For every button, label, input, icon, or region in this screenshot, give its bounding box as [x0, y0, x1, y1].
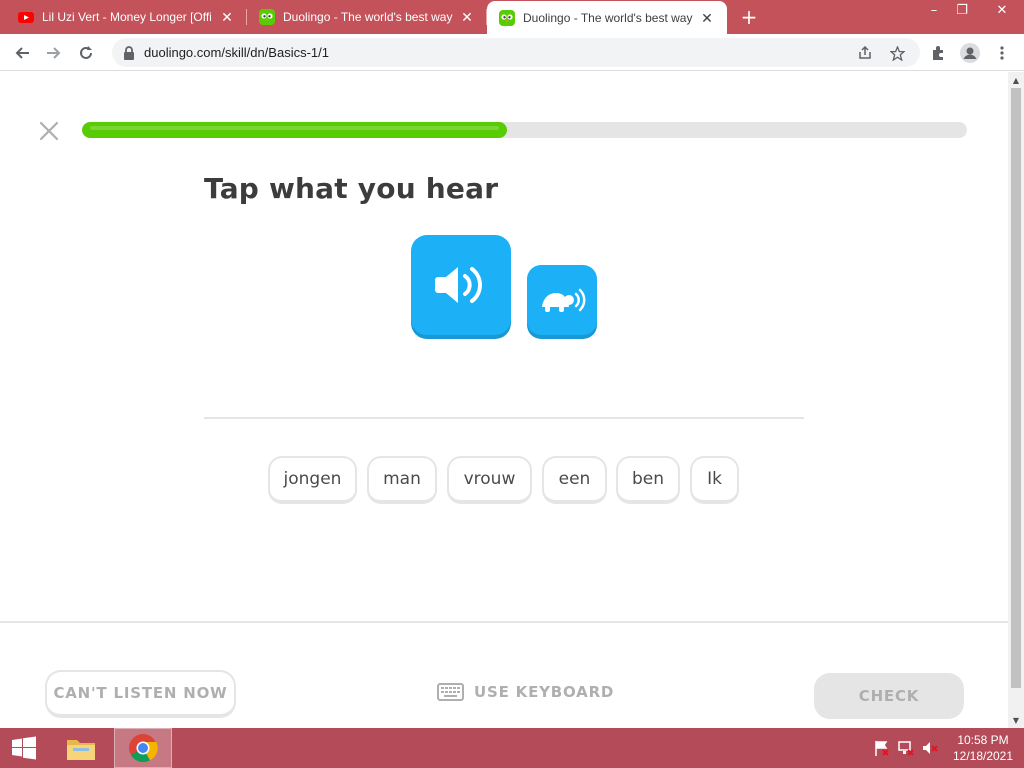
scroll-up-icon[interactable]: ▲: [1008, 72, 1024, 88]
profile-avatar-icon[interactable]: [960, 43, 980, 63]
lesson-progress-fill: [82, 122, 507, 138]
more-menu-icon[interactable]: [992, 43, 1012, 63]
windows-taskbar: 10:58 PM 12/18/2021: [0, 728, 1024, 768]
url-text: duolingo.com/skill/dn/Basics-1/1: [144, 45, 329, 60]
share-icon[interactable]: [856, 44, 874, 62]
word-tile[interactable]: jongen: [268, 456, 357, 504]
tab-title: Lil Uzi Vert - Money Longer [Offi: [42, 10, 212, 24]
network-icon[interactable]: [898, 740, 914, 756]
lesson-page: Tap what you hear jongen man vrouw een b…: [0, 72, 1008, 728]
system-clock[interactable]: 10:58 PM 12/18/2021: [950, 732, 1016, 764]
word-tile[interactable]: vrouw: [447, 456, 532, 504]
lesson-footer: CAN'T LISTEN NOW USE KEYBOARD CHECK: [0, 621, 1008, 728]
page-scrollbar[interactable]: ▲ ▼: [1008, 72, 1024, 728]
extensions-icon[interactable]: [928, 43, 948, 63]
lock-icon: [124, 45, 134, 60]
browser-tab-bar: Lil Uzi Vert - Money Longer [Offi ✕ Duol…: [0, 0, 1024, 35]
folder-icon: [67, 740, 95, 760]
back-button[interactable]: [8, 39, 36, 67]
scrollbar-thumb[interactable]: [1011, 88, 1021, 688]
address-bar[interactable]: duolingo.com/skill/dn/Basics-1/1: [112, 38, 920, 67]
browser-tab-duolingo-1[interactable]: Duolingo - The world's best way ✕: [247, 0, 487, 34]
close-tab-icon[interactable]: ✕: [459, 9, 475, 25]
volume-muted-icon[interactable]: [922, 740, 938, 756]
browser-tab-youtube[interactable]: Lil Uzi Vert - Money Longer [Offi ✕: [0, 0, 247, 34]
cant-listen-button[interactable]: CAN'T LISTEN NOW: [45, 670, 236, 718]
forward-button[interactable]: [40, 39, 68, 67]
tab-title: Duolingo - The world's best way: [283, 10, 453, 24]
start-button[interactable]: [0, 728, 48, 768]
browser-tab-duolingo-active[interactable]: Duolingo - The world's best way ✕: [487, 1, 727, 35]
reload-button[interactable]: [72, 39, 100, 67]
clock-time: 10:58 PM: [957, 733, 1009, 747]
speaker-icon: [435, 267, 482, 303]
use-keyboard-button[interactable]: USE KEYBOARD: [437, 681, 614, 703]
word-tile[interactable]: Ik: [690, 456, 739, 504]
youtube-icon: [18, 12, 34, 23]
chrome-icon: [129, 734, 158, 763]
windows-logo-icon: [12, 736, 36, 760]
duolingo-icon: [499, 10, 515, 26]
file-explorer-taskbar-button[interactable]: [58, 728, 104, 768]
browser-toolbar: duolingo.com/skill/dn/Basics-1/1: [0, 34, 1024, 71]
bookmark-star-icon[interactable]: [888, 44, 906, 62]
play-audio-button[interactable]: [411, 235, 511, 335]
reload-icon: [80, 46, 92, 59]
check-button[interactable]: CHECK: [814, 673, 964, 719]
tab-title: Duolingo - The world's best way: [523, 11, 693, 25]
new-tab-button[interactable]: +: [736, 4, 762, 30]
scroll-down-icon[interactable]: ▼: [1008, 712, 1024, 728]
window-close-icon[interactable]: ✕: [986, 0, 1018, 20]
duolingo-icon: [259, 9, 275, 25]
use-keyboard-label: USE KEYBOARD: [474, 683, 615, 701]
chrome-taskbar-button[interactable]: [114, 728, 172, 768]
clock-date: 12/18/2021: [952, 749, 1014, 763]
close-tab-icon[interactable]: ✕: [219, 9, 235, 25]
lesson-progress-bar: [82, 122, 967, 138]
answer-area-line: [204, 417, 804, 419]
turtle-icon: [542, 288, 586, 312]
word-tile[interactable]: ben: [616, 456, 680, 504]
restore-icon[interactable]: ❐: [946, 0, 978, 20]
action-center-flag-icon[interactable]: [874, 740, 890, 756]
challenge-prompt: Tap what you hear: [204, 172, 499, 205]
close-tab-icon[interactable]: ✕: [699, 10, 715, 26]
close-lesson-icon[interactable]: [37, 119, 61, 143]
forward-arrow-icon: [47, 47, 61, 59]
back-arrow-icon: [15, 47, 29, 59]
play-slow-audio-button[interactable]: [527, 265, 597, 335]
word-tile[interactable]: man: [367, 456, 437, 504]
word-tile[interactable]: een: [542, 456, 607, 504]
keyboard-icon: [437, 683, 464, 701]
